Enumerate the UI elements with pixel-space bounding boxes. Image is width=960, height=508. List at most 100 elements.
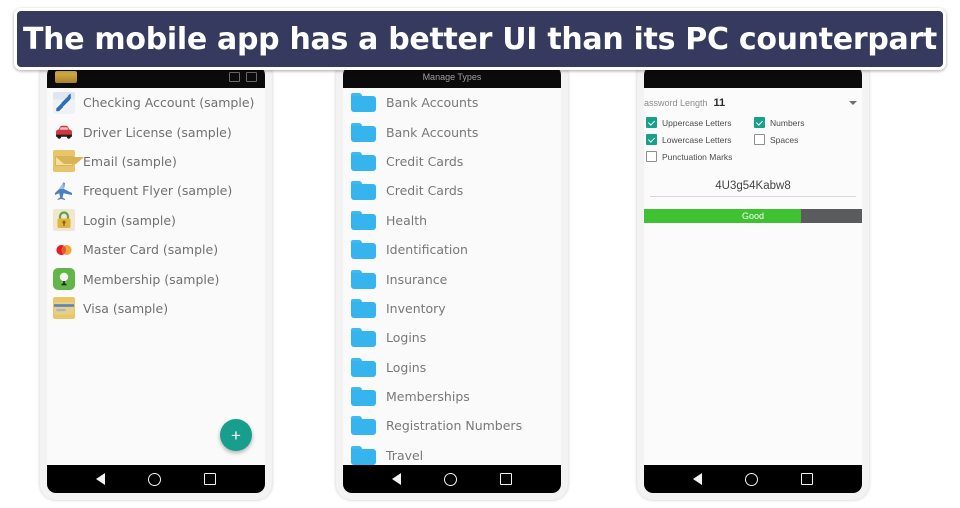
padlock-icon	[53, 209, 75, 232]
recents-icon[interactable]	[499, 473, 512, 485]
option-punctuation-marks[interactable]: Punctuation Marks	[646, 151, 754, 162]
checkbook-icon	[53, 91, 75, 114]
password-length-row[interactable]: Password Length 11	[644, 94, 862, 112]
golf-ball-icon	[53, 268, 75, 291]
list-item[interactable]: Frequent Flyer (sample)	[47, 176, 265, 205]
option-label: Numbers	[770, 117, 805, 128]
android-navbar	[343, 465, 561, 493]
phone-entries-list: Checking Account (sample) Driver License…	[40, 60, 272, 500]
folder-icon	[351, 387, 376, 407]
add-entry-fab[interactable]: +	[220, 419, 252, 451]
option-lowercase-letters[interactable]: Lowercase Letters	[646, 134, 754, 145]
phone-screen: Password Length 11 Uppercase Letters Num…	[644, 66, 862, 493]
home-icon[interactable]	[744, 472, 758, 486]
list-item[interactable]: Checking Account (sample)	[47, 88, 265, 117]
home-icon[interactable]	[443, 472, 457, 486]
generated-password-field[interactable]: 4U3g54Kabw8	[650, 180, 856, 197]
password-length-value: 11	[713, 97, 726, 109]
option-label: Lowercase Letters	[662, 134, 732, 145]
generator-options: Uppercase Letters Numbers Lowercase Lett…	[644, 117, 862, 162]
list-item[interactable]: Email (sample)	[47, 147, 265, 176]
list-item[interactable]: Master Card (sample)	[47, 235, 265, 264]
list-item-label: Membership (sample)	[83, 271, 220, 287]
recents-icon[interactable]	[203, 473, 216, 485]
password-generator-form: Password Length 11 Uppercase Letters Num…	[644, 88, 862, 465]
list-item[interactable]: Driver License (sample)	[47, 117, 265, 146]
recents-icon[interactable]	[800, 473, 813, 485]
list-item[interactable]: Visa (sample)	[47, 294, 265, 323]
list-item[interactable]: Insurance	[343, 264, 561, 293]
chevron-down-icon[interactable]	[849, 101, 857, 105]
list-item[interactable]: Registration Numbers	[343, 411, 561, 440]
list-item-label: Login (sample)	[83, 212, 176, 228]
envelope-icon	[53, 150, 84, 173]
list-item[interactable]: Credit Cards	[343, 176, 561, 205]
list-item[interactable]: Bank Accounts	[343, 117, 561, 146]
list-item[interactable]: Login (sample)	[47, 206, 265, 235]
list-item[interactable]: Health	[343, 206, 561, 235]
back-icon[interactable]	[693, 473, 703, 485]
option-label: Uppercase Letters	[662, 117, 732, 128]
folder-icon	[351, 445, 376, 465]
list-item[interactable]: Inventory	[343, 294, 561, 323]
types-list[interactable]: Bank Accounts Bank Accounts Credit Cards…	[343, 88, 561, 465]
list-item-label: Bank Accounts	[386, 95, 479, 111]
folder-icon	[351, 240, 376, 260]
strength-label: Good	[741, 211, 765, 221]
checkbox-checked-icon[interactable]	[646, 117, 657, 128]
list-item[interactable]: Memberships	[343, 382, 561, 411]
option-label: Spaces	[770, 134, 799, 145]
list-item-label: Credit Cards	[386, 153, 464, 169]
list-item[interactable]: Membership (sample)	[47, 264, 265, 293]
visa-card-icon	[53, 297, 75, 320]
list-item-label: Logins	[386, 359, 427, 375]
folder-icon	[351, 151, 376, 171]
password-strength-bar: Good	[644, 209, 862, 223]
checkbox-unchecked-icon[interactable]	[646, 151, 657, 162]
headline-banner: The mobile app has a better UI than its …	[14, 8, 946, 70]
list-item[interactable]: Logins	[343, 353, 561, 382]
checkbox-checked-icon[interactable]	[754, 117, 765, 128]
list-item-label: Inventory	[386, 300, 446, 316]
car-icon	[53, 121, 75, 143]
phone-screen: Checking Account (sample) Driver License…	[47, 66, 265, 493]
folder-icon	[351, 269, 376, 289]
password-length-label: Password Length	[644, 98, 708, 108]
airplane-icon	[53, 180, 75, 202]
option-spaces[interactable]: Spaces	[754, 134, 862, 145]
option-numbers[interactable]: Numbers	[754, 117, 862, 128]
menu-box-icon	[246, 72, 257, 82]
entries-list[interactable]: Checking Account (sample) Driver License…	[47, 88, 265, 465]
android-navbar	[644, 465, 862, 493]
option-label: Punctuation Marks	[662, 151, 733, 162]
list-item-label: Travel	[386, 447, 424, 463]
folder-icon	[351, 416, 376, 436]
list-item[interactable]: Identification	[343, 235, 561, 264]
plus-icon: +	[231, 425, 241, 445]
list-item-label: Memberships	[386, 389, 470, 405]
list-item-label: Registration Numbers	[386, 418, 523, 434]
folder-icon	[351, 122, 376, 142]
list-item-label: Master Card (sample)	[83, 242, 219, 258]
overflow-menu-icon[interactable]	[229, 72, 257, 82]
list-item-label: Bank Accounts	[386, 124, 479, 140]
phone-password-generator: Password Length 11 Uppercase Letters Num…	[637, 60, 869, 500]
back-icon[interactable]	[392, 473, 402, 485]
folder-icon	[351, 328, 376, 348]
home-icon[interactable]	[147, 472, 161, 486]
list-item-label: Frequent Flyer (sample)	[83, 183, 233, 199]
checkbox-checked-icon[interactable]	[646, 134, 657, 145]
list-item[interactable]: Bank Accounts	[343, 88, 561, 117]
list-item-label: Visa (sample)	[83, 300, 169, 316]
checkbox-unchecked-icon[interactable]	[754, 134, 765, 145]
phone-screen: Manage Types Bank Accounts Bank Accounts…	[343, 66, 561, 493]
list-item-label: Driver License (sample)	[83, 124, 232, 140]
list-item[interactable]: Logins	[343, 323, 561, 352]
list-item-label: Identification	[386, 242, 468, 258]
folder-icon	[351, 357, 376, 377]
list-item[interactable]: Travel	[343, 441, 561, 465]
list-item-label: Insurance	[386, 271, 448, 287]
back-icon[interactable]	[96, 473, 106, 485]
option-uppercase-letters[interactable]: Uppercase Letters	[646, 117, 754, 128]
list-item[interactable]: Credit Cards	[343, 147, 561, 176]
